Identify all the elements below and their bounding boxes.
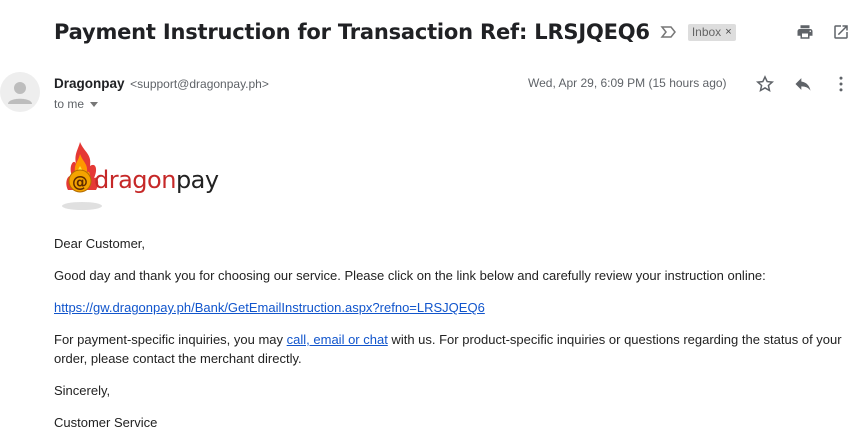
recipients-toggle[interactable]: to me — [54, 97, 99, 111]
message-date: Wed, Apr 29, 6:09 PM (15 hours ago) — [528, 76, 727, 90]
importance-marker-icon[interactable] — [660, 23, 678, 41]
subject-row: Payment Instruction for Transaction Ref:… — [54, 14, 736, 50]
print-icon[interactable] — [795, 22, 815, 42]
sender-info: Dragonpay <support@dragonpay.ph> — [54, 76, 269, 91]
star-icon[interactable] — [755, 74, 775, 94]
inquiry-paragraph: For payment-specific inquiries, you may … — [54, 330, 854, 368]
more-vert-icon[interactable] — [831, 74, 851, 94]
reply-icon[interactable] — [793, 74, 813, 94]
svg-text:@: @ — [72, 172, 88, 191]
dragonpay-logo: @ dragonpay — [54, 140, 234, 215]
logo-text-pay: pay — [175, 166, 219, 194]
open-in-new-window-icon[interactable] — [831, 22, 851, 42]
person-icon — [8, 82, 32, 104]
thread-actions — [795, 22, 851, 42]
chevron-down-icon[interactable] — [90, 101, 99, 107]
instruction-link-paragraph: https://gw.dragonpay.ph/Bank/GetEmailIns… — [54, 298, 854, 317]
logo-wordmark: dragonpay — [94, 166, 219, 194]
remove-label-icon[interactable]: × — [725, 26, 731, 38]
signature-text: Customer Service — [54, 415, 158, 430]
recipients-text: to me — [54, 97, 85, 111]
email-subject: Payment Instruction for Transaction Ref:… — [54, 20, 650, 44]
instruction-link[interactable]: https://gw.dragonpay.ph/Bank/GetEmailIns… — [54, 300, 485, 315]
inquiry-prefix: For payment-specific inquiries, you may — [54, 332, 287, 347]
sender-email: <support@dragonpay.ph> — [130, 77, 269, 91]
sender-avatar[interactable] — [0, 72, 40, 112]
message-actions — [755, 74, 851, 94]
intro-text: Good day and thank you for choosing our … — [54, 268, 766, 283]
closing-text: Sincerely, — [54, 383, 111, 398]
logo-text-dragon: dragon — [94, 166, 176, 194]
label-text: Inbox — [691, 24, 722, 39]
contact-link[interactable]: call, email or chat — [287, 332, 388, 347]
inbox-label-chip[interactable]: Inbox × — [687, 23, 736, 41]
sender-name[interactable]: Dragonpay — [54, 76, 125, 91]
greeting-text: Dear Customer, — [54, 236, 146, 251]
